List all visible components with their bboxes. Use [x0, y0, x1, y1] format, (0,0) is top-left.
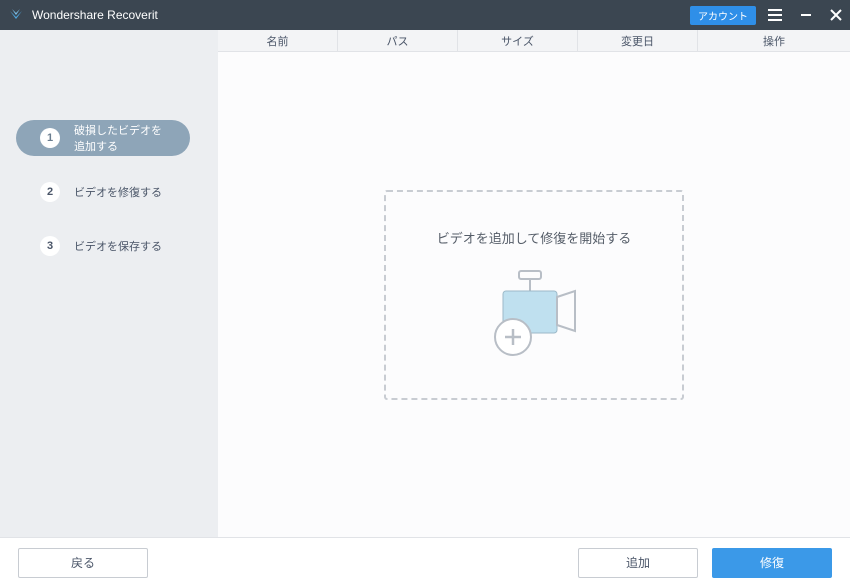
main-area: 1 破損したビデオを追加する 2 ビデオを修復する 3 ビデオを保存する 名前 … — [0, 30, 850, 537]
close-icon[interactable] — [830, 9, 842, 21]
column-action[interactable]: 操作 — [698, 30, 850, 51]
table-header: 名前 パス サイズ 変更日 操作 — [218, 30, 850, 52]
camera-add-icon — [479, 269, 589, 374]
app-logo-icon — [8, 7, 24, 23]
column-size[interactable]: サイズ — [458, 30, 578, 51]
titlebar: Wondershare Recoverit アカウント — [0, 0, 850, 30]
sidebar: 1 破損したビデオを追加する 2 ビデオを修復する 3 ビデオを保存する — [0, 30, 218, 537]
step-number: 3 — [40, 236, 60, 256]
step-add-video[interactable]: 1 破損したビデオを追加する — [16, 120, 190, 156]
app-title: Wondershare Recoverit — [32, 8, 690, 22]
footer: 戻る 追加 修復 — [0, 537, 850, 587]
step-number: 2 — [40, 182, 60, 202]
column-name[interactable]: 名前 — [218, 30, 338, 51]
step-label: ビデオを保存する — [74, 238, 162, 254]
add-button[interactable]: 追加 — [578, 548, 698, 578]
step-label: 破損したビデオを追加する — [74, 122, 166, 154]
dropzone-text: ビデオを追加して修復を開始する — [437, 228, 632, 247]
column-path[interactable]: パス — [338, 30, 458, 51]
column-date[interactable]: 変更日 — [578, 30, 698, 51]
step-repair-video[interactable]: 2 ビデオを修復する — [16, 174, 190, 210]
minimize-icon[interactable] — [800, 9, 812, 21]
account-button[interactable]: アカウント — [690, 6, 756, 25]
menu-icon[interactable] — [768, 9, 782, 21]
step-save-video[interactable]: 3 ビデオを保存する — [16, 228, 190, 264]
content-body: ビデオを追加して修復を開始する — [218, 52, 850, 537]
step-label: ビデオを修復する — [74, 184, 162, 200]
dropzone[interactable]: ビデオを追加して修復を開始する — [384, 190, 684, 400]
step-number: 1 — [40, 128, 60, 148]
repair-button[interactable]: 修復 — [712, 548, 832, 578]
back-button[interactable]: 戻る — [18, 548, 148, 578]
content-area: 名前 パス サイズ 変更日 操作 ビデオを追加して修復を開始する — [218, 30, 850, 537]
